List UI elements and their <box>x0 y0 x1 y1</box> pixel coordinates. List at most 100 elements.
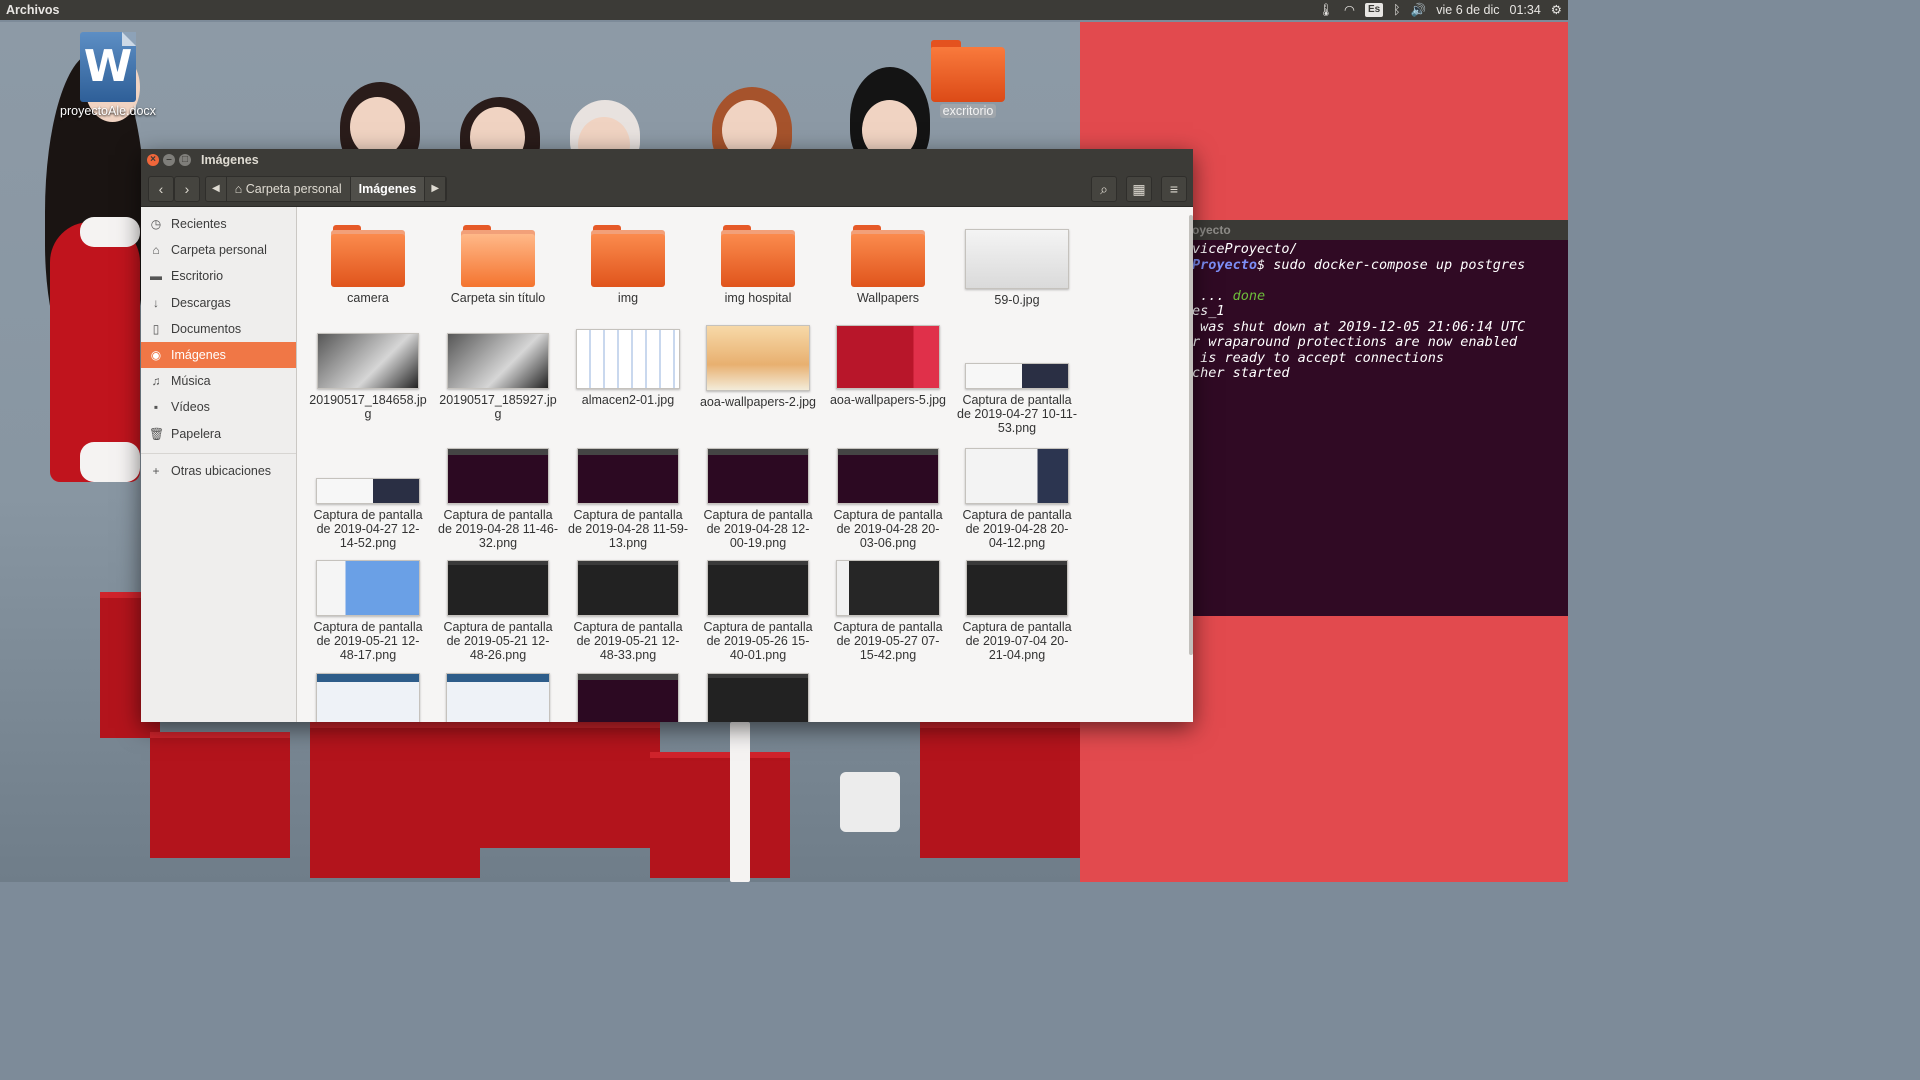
wifi-icon[interactable]: ◠ <box>1344 0 1355 20</box>
sidebar-item-descargas[interactable]: ↓ Descargas <box>141 290 296 316</box>
wallpaper-face <box>350 97 405 157</box>
close-button[interactable]: × <box>147 154 159 166</box>
hamburger-menu-icon: ≡ <box>1169 181 1179 197</box>
sidebar-item-música[interactable]: ♫ Música <box>141 368 296 394</box>
sidebar-item-recientes[interactable]: ◷ Recientes <box>141 211 296 237</box>
folder-item[interactable]: img <box>568 225 688 305</box>
breadcrumb-scroll-right[interactable]: ▶ <box>425 177 447 201</box>
sidebar-item-other-locations[interactable]: + Otras ubicaciones <box>141 458 296 484</box>
file-name: Captura de pantalla de 2019-07-04 20-21-… <box>962 620 1072 662</box>
wallpaper-gift-box <box>430 722 660 848</box>
file-item[interactable]: 20190517_184658.jpg <box>308 325 428 421</box>
image-thumbnail <box>317 333 419 389</box>
menu-button[interactable]: ≡ <box>1161 176 1187 202</box>
file-item[interactable] <box>308 665 428 722</box>
sidebar-item-carpeta-personal[interactable]: ⌂ Carpeta personal <box>141 237 296 263</box>
minimize-button[interactable]: – <box>163 154 175 166</box>
back-button[interactable]: ‹ <box>148 176 174 202</box>
sidebar-item-vídeos[interactable]: ▪ Vídeos <box>141 394 296 420</box>
chevron-right-icon: › <box>184 181 190 197</box>
desktop-file-proyectoale[interactable]: W proyectoAle.docx <box>53 32 163 120</box>
file-item[interactable]: Captura de pantalla de 2019-04-28 11-46-… <box>438 440 558 550</box>
wallpaper-gift-box <box>920 722 1080 858</box>
word-document-icon: W <box>80 32 136 102</box>
window-titlebar[interactable]: × – □ Imágenes <box>141 149 1193 171</box>
terminal-text: viceProyecto/ <box>1192 241 1298 257</box>
file-item[interactable]: Captura de pantalla de 2019-04-28 11-59-… <box>568 440 688 550</box>
file-item[interactable]: Captura de pantalla de 2019-07-04 20-21-… <box>957 552 1077 662</box>
folder-item[interactable]: camera <box>308 225 428 305</box>
file-item[interactable]: Captura de pantalla de 2019-04-28 12-00-… <box>698 440 818 550</box>
sidebar-item-papelera[interactable]: 🗑 Papelera <box>141 421 296 447</box>
breadcrumb-home[interactable]: ⌂ Carpeta personal <box>227 177 351 201</box>
desktop-icon-label: proyectoAle.docx <box>60 104 156 118</box>
terminal-text: es_1 <box>1192 303 1225 319</box>
sidebar-item-label: Otras ubicaciones <box>171 463 272 478</box>
folder-icon <box>591 225 665 287</box>
image-thumbnail <box>447 560 549 616</box>
video-icon: ▪ <box>153 400 159 415</box>
image-thumbnail <box>577 448 679 504</box>
image-thumbnail <box>577 673 679 722</box>
image-thumbnail <box>576 329 680 389</box>
folder-item[interactable]: img hospital <box>698 225 818 305</box>
active-app-name[interactable]: Archivos <box>6 0 60 20</box>
scrollbar[interactable] <box>1189 215 1193 655</box>
file-item[interactable]: Captura de pantalla de 2019-05-27 07-15-… <box>828 552 948 662</box>
view-toggle-button[interactable]: ▦ <box>1126 176 1152 202</box>
file-item[interactable]: Captura de pantalla de 2019-05-26 15-40-… <box>698 552 818 662</box>
file-item[interactable]: Captura de pantalla de 2019-05-21 12-48-… <box>568 552 688 662</box>
file-item[interactable] <box>438 665 558 722</box>
file-item[interactable]: Captura de pantalla de 2019-05-21 12-48-… <box>308 552 428 662</box>
gear-icon[interactable]: ⚙ <box>1551 0 1562 20</box>
folder-item[interactable]: Wallpapers <box>828 225 948 305</box>
file-item[interactable] <box>568 665 688 722</box>
breadcrumb-current[interactable]: Imágenes <box>350 177 426 201</box>
terminal-window[interactable]: oyecto viceProyecto/Proyecto$ sudo docke… <box>1192 220 1568 616</box>
system-tray: 🌡 ◠ Es ᛒ 🔊 vie 6 de dic 01:34 ⚙ <box>1318 0 1562 20</box>
file-item[interactable]: 20190517_185927.jpg <box>438 325 558 421</box>
sidebar-item-label: Imágenes <box>171 347 226 362</box>
terminal-text: was shut down at 2019-12-05 21:06:14 UTC <box>1192 318 1526 335</box>
keyboard-layout-indicator[interactable]: Es <box>1364 3 1384 17</box>
breadcrumb-scroll-left[interactable]: ◀ <box>206 177 227 201</box>
music-icon: ♫ <box>151 374 161 389</box>
image-thumbnail <box>836 325 940 389</box>
file-grid: camera Carpeta sin título img img hospital W… <box>298 207 1193 722</box>
file-item[interactable]: 59-0.jpg <box>957 225 1077 307</box>
clock-label[interactable]: 01:34 <box>1510 0 1541 20</box>
volume-icon[interactable]: 🔊 <box>1411 0 1427 20</box>
folder-item[interactable]: Carpeta sin título <box>438 225 558 305</box>
file-item[interactable]: Captura de pantalla de 2019-04-27 10-11-… <box>957 325 1077 435</box>
bluetooth-icon[interactable]: ᛒ <box>1393 0 1401 20</box>
sidebar-item-label: Papelera <box>171 426 222 441</box>
date-label[interactable]: vie 6 de dic <box>1436 0 1499 20</box>
file-item[interactable]: Captura de pantalla de 2019-05-21 12-48-… <box>438 552 558 662</box>
file-item[interactable]: aoa-wallpapers-5.jpg <box>828 325 948 407</box>
thermometer-icon[interactable]: 🌡 <box>1318 0 1334 20</box>
maximize-button[interactable]: □ <box>179 154 191 166</box>
file-item[interactable]: Captura de pantalla de 2019-04-27 12-14-… <box>308 440 428 550</box>
desktop-folder-excritorio[interactable]: excritorio <box>913 40 1023 120</box>
folder-icon <box>331 225 405 287</box>
file-name: Captura de pantalla de 2019-04-28 11-59-… <box>568 508 688 550</box>
terminal-line: is ready to accept connections <box>1192 350 1568 367</box>
sidebar-item-documentos[interactable]: ▯ Documentos <box>141 316 296 342</box>
sidebar-item-label: Escritorio <box>171 269 224 284</box>
file-name: Captura de pantalla de 2019-05-21 12-48-… <box>443 620 553 662</box>
file-item[interactable] <box>698 665 818 722</box>
sidebar-item-escritorio[interactable]: ▬ Escritorio <box>141 263 296 289</box>
sidebar-item-imágenes[interactable]: ◉ Imágenes <box>141 341 296 369</box>
file-name: Captura de pantalla de 2019-04-28 12-00-… <box>703 508 813 550</box>
terminal-output: viceProyecto/Proyecto$ sudo docker-compo… <box>1192 240 1568 382</box>
file-item[interactable]: almacen2-01.jpg <box>568 325 688 407</box>
forward-button[interactable]: › <box>174 176 200 202</box>
file-item[interactable]: Captura de pantalla de 2019-04-28 20-04-… <box>957 440 1077 550</box>
search-button[interactable]: ⌕ <box>1091 176 1117 202</box>
file-item[interactable]: aoa-wallpapers-2.jpg <box>698 325 818 409</box>
chevron-left-icon: ‹ <box>158 181 164 197</box>
terminal-line: viceProyecto/ <box>1192 241 1568 258</box>
wallpaper-ribbon <box>730 722 750 882</box>
file-item[interactable]: Captura de pantalla de 2019-04-28 20-03-… <box>828 440 948 550</box>
sidebar-item-label: Música <box>171 374 211 389</box>
